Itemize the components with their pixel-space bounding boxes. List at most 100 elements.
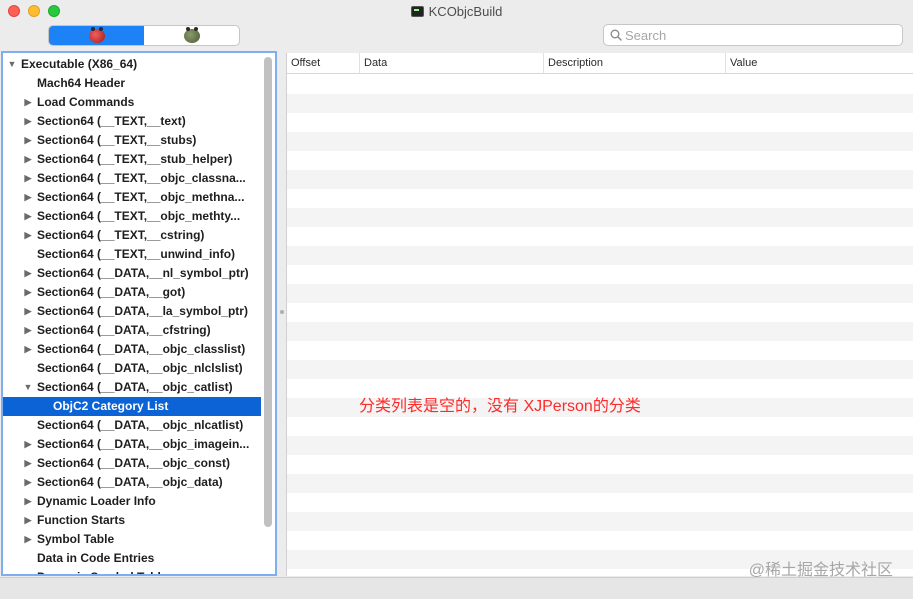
disclosure-collapsed-icon[interactable]: ▶ — [23, 492, 33, 511]
table-row — [287, 189, 913, 208]
outline-item[interactable]: ▶ Section64 (__DATA,__objc_classlist) — [3, 340, 261, 359]
outline-item-label: Section64 (__DATA,__cfstring) — [37, 323, 211, 337]
disclosure-collapsed-icon[interactable]: ▶ — [23, 302, 33, 321]
disclosure-collapsed-icon[interactable]: ▶ — [23, 112, 33, 131]
disclosure-collapsed-icon[interactable]: ▶ — [23, 150, 33, 169]
table-row — [287, 170, 913, 189]
outline-item-label: Section64 (__TEXT,__objc_methty... — [37, 209, 241, 223]
outline-item[interactable]: ▶ Section64 (__DATA,__objc_imagein... — [3, 435, 261, 454]
outline-item-label: Section64 (__TEXT,__cstring) — [37, 228, 205, 242]
disclosure-collapsed-icon[interactable]: ▶ — [23, 283, 33, 302]
column-header-offset[interactable]: Offset — [287, 53, 359, 74]
view-mode-olive-bug-button[interactable] — [144, 26, 239, 45]
split-view-divider[interactable] — [278, 51, 285, 576]
red-bug-icon — [88, 26, 105, 43]
outline-item[interactable]: ▶ Dynamic Loader Info — [3, 492, 261, 511]
outline-item-label: Section64 (__DATA,__objc_data) — [37, 475, 223, 489]
outline-list: ▼ Executable (X86_64) Mach64 Header ▶ Load C… — [3, 53, 275, 574]
search-field[interactable] — [603, 24, 903, 46]
outline-item[interactable]: ▶ Section64 (__TEXT,__objc_classna... — [3, 169, 261, 188]
outline-item[interactable]: ▶ Section64 (__TEXT,__text) — [3, 112, 261, 131]
annotation-note: 分类列表是空的，没有 XJPerson的分类 — [359, 398, 641, 415]
outline-scroll-thumb[interactable] — [264, 57, 272, 527]
outline-item[interactable]: ▶ Section64 (__TEXT,__stub_helper) — [3, 150, 261, 169]
disclosure-collapsed-icon[interactable]: ▶ — [23, 530, 33, 549]
disclosure-collapsed-icon[interactable]: ▶ — [23, 207, 33, 226]
outline-scrollbar[interactable] — [264, 57, 272, 572]
terminal-app-icon — [410, 6, 424, 17]
disclosure-collapsed-icon[interactable]: ▶ — [23, 473, 33, 492]
outline-item[interactable]: ▶ Load Commands — [3, 93, 261, 112]
disclosure-collapsed-icon[interactable]: ▶ — [23, 169, 33, 188]
outline-item[interactable]: Mach64 Header — [3, 74, 261, 93]
view-mode-red-bug-button[interactable] — [49, 26, 144, 45]
outline-item[interactable]: ▼ Section64 (__DATA,__objc_catlist) — [3, 378, 261, 397]
column-header-value[interactable]: Value — [725, 53, 913, 74]
table-row — [287, 455, 913, 474]
table-row — [287, 360, 913, 379]
structure-outline[interactable]: ▼ Executable (X86_64) Mach64 Header ▶ Load C… — [1, 51, 277, 576]
table-row — [287, 265, 913, 284]
disclosure-collapsed-icon[interactable]: ▶ — [23, 93, 33, 112]
outline-item[interactable]: ▶ Section64 (__TEXT,__stubs) — [3, 131, 261, 150]
disclosure-collapsed-icon[interactable]: ▶ — [23, 188, 33, 207]
disclosure-collapsed-icon[interactable]: ▶ — [23, 454, 33, 473]
outline-item[interactable]: ▶ Section64 (__DATA,__la_symbol_ptr) — [3, 302, 261, 321]
outline-item[interactable]: ▶Dynamic Symbol Table — [3, 568, 261, 574]
table-row — [287, 474, 913, 493]
olive-bug-icon — [183, 26, 200, 43]
table-row — [287, 512, 913, 531]
table-row — [287, 531, 913, 550]
window-title-text: KCObjcBuild — [428, 4, 503, 19]
table-body — [287, 75, 913, 569]
outline-item[interactable]: ▶ Section64 (__DATA,__cfstring) — [3, 321, 261, 340]
outline-item[interactable]: ▶ Section64 (__DATA,__objc_const) — [3, 454, 261, 473]
disclosure-collapsed-icon[interactable]: ▶ — [23, 226, 33, 245]
divider-grip-icon — [280, 310, 284, 314]
outline-item-label: Section64 (__DATA,__nl_symbol_ptr) — [37, 266, 249, 280]
outline-item[interactable]: ▶ Section64 (__DATA,__nl_symbol_ptr) — [3, 264, 261, 283]
disclosure-collapsed-icon[interactable]: ▶ — [23, 568, 33, 574]
table-row — [287, 113, 913, 132]
outline-item[interactable]: Section64 (__DATA,__objc_nlcatlist) — [3, 416, 261, 435]
app-window: KCObjcBuild ▼ Executable (X86_64) Mach64 H… — [0, 0, 913, 599]
outline-item-label: Section64 (__DATA,__objc_imagein... — [37, 437, 250, 451]
column-header-data[interactable]: Data — [359, 53, 543, 74]
outline-item[interactable]: ▶ Section64 (__DATA,__got) — [3, 283, 261, 302]
disclosure-collapsed-icon[interactable]: ▶ — [23, 435, 33, 454]
outline-item-label: Data in Code Entries — [37, 551, 155, 565]
outline-item-label: Symbol Table — [37, 532, 115, 546]
outline-item[interactable]: ▶ Section64 (__TEXT,__cstring) — [3, 226, 261, 245]
disclosure-collapsed-icon[interactable]: ▶ — [23, 511, 33, 530]
outline-item[interactable]: ▶ Section64 (__TEXT,__objc_methty... — [3, 207, 261, 226]
outline-item[interactable]: Section64 (__TEXT,__unwind_info) — [3, 245, 261, 264]
table-row — [287, 132, 913, 151]
outline-item-label: Mach64 Header — [37, 76, 126, 90]
table-row — [287, 417, 913, 436]
outline-item[interactable]: Section64 (__DATA,__objc_nlclslist) — [3, 359, 261, 378]
detail-table[interactable]: Offset Data Description Value — [286, 53, 913, 576]
outline-item[interactable]: ▶ Symbol Table — [3, 530, 261, 549]
outline-item-label: ObjC2 Category List — [53, 399, 169, 413]
table-row — [287, 246, 913, 265]
disclosure-collapsed-icon[interactable]: ▶ — [23, 321, 33, 340]
table-row — [287, 94, 913, 113]
column-header-description[interactable]: Description — [543, 53, 725, 74]
outline-item[interactable]: Data in Code Entries — [3, 549, 261, 568]
outline-item[interactable]: ObjC2 Category List — [3, 397, 261, 416]
outline-item[interactable]: ▼ Executable (X86_64) — [3, 55, 261, 74]
outline-item[interactable]: ▶ Section64 (__DATA,__objc_data) — [3, 473, 261, 492]
outline-item-label: Executable (X86_64) — [21, 57, 138, 71]
outline-item-label: Section64 (__DATA,__objc_nlclslist) — [37, 361, 243, 375]
disclosure-expanded-icon[interactable]: ▼ — [23, 378, 33, 397]
table-row — [287, 322, 913, 341]
disclosure-collapsed-icon[interactable]: ▶ — [23, 131, 33, 150]
outline-item-label: Section64 (__DATA,__la_symbol_ptr) — [37, 304, 248, 318]
disclosure-expanded-icon[interactable]: ▼ — [7, 55, 17, 74]
disclosure-collapsed-icon[interactable]: ▶ — [23, 264, 33, 283]
disclosure-collapsed-icon[interactable]: ▶ — [23, 340, 33, 359]
table-row — [287, 75, 913, 94]
outline-item[interactable]: ▶ Section64 (__TEXT,__objc_methna... — [3, 188, 261, 207]
search-input[interactable] — [625, 27, 885, 43]
outline-item[interactable]: ▶ Function Starts — [3, 511, 261, 530]
